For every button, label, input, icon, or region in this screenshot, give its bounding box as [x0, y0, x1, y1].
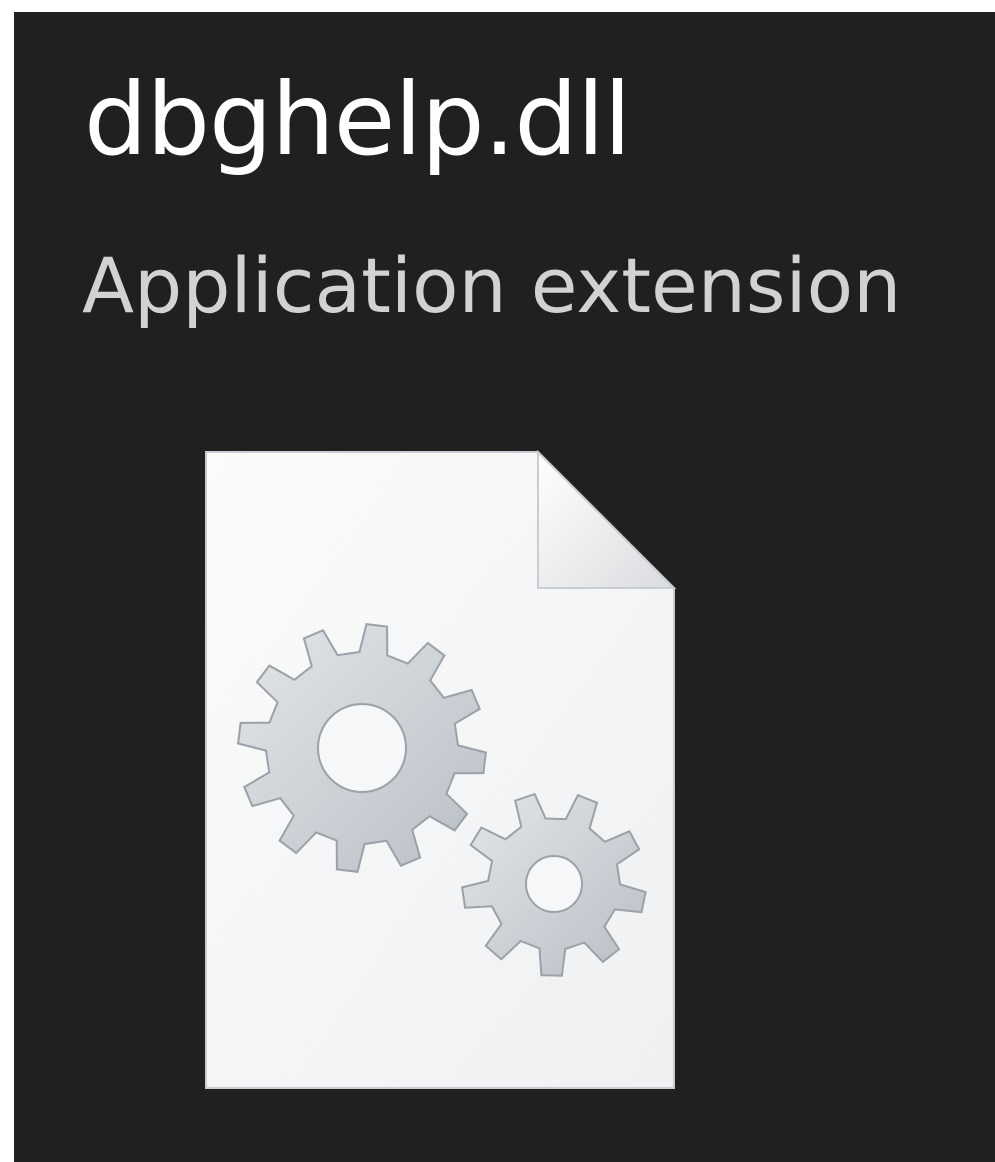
file-type: Application extension	[82, 241, 902, 330]
file-details-panel: dbghelp.dll Application extension	[14, 12, 995, 1162]
dll-gear-file-icon	[205, 450, 677, 1089]
file-name: dbghelp.dll	[84, 61, 631, 178]
folded-corner	[537, 450, 677, 589]
screenshot-frame: dbghelp.dll Application extension	[0, 0, 995, 1162]
